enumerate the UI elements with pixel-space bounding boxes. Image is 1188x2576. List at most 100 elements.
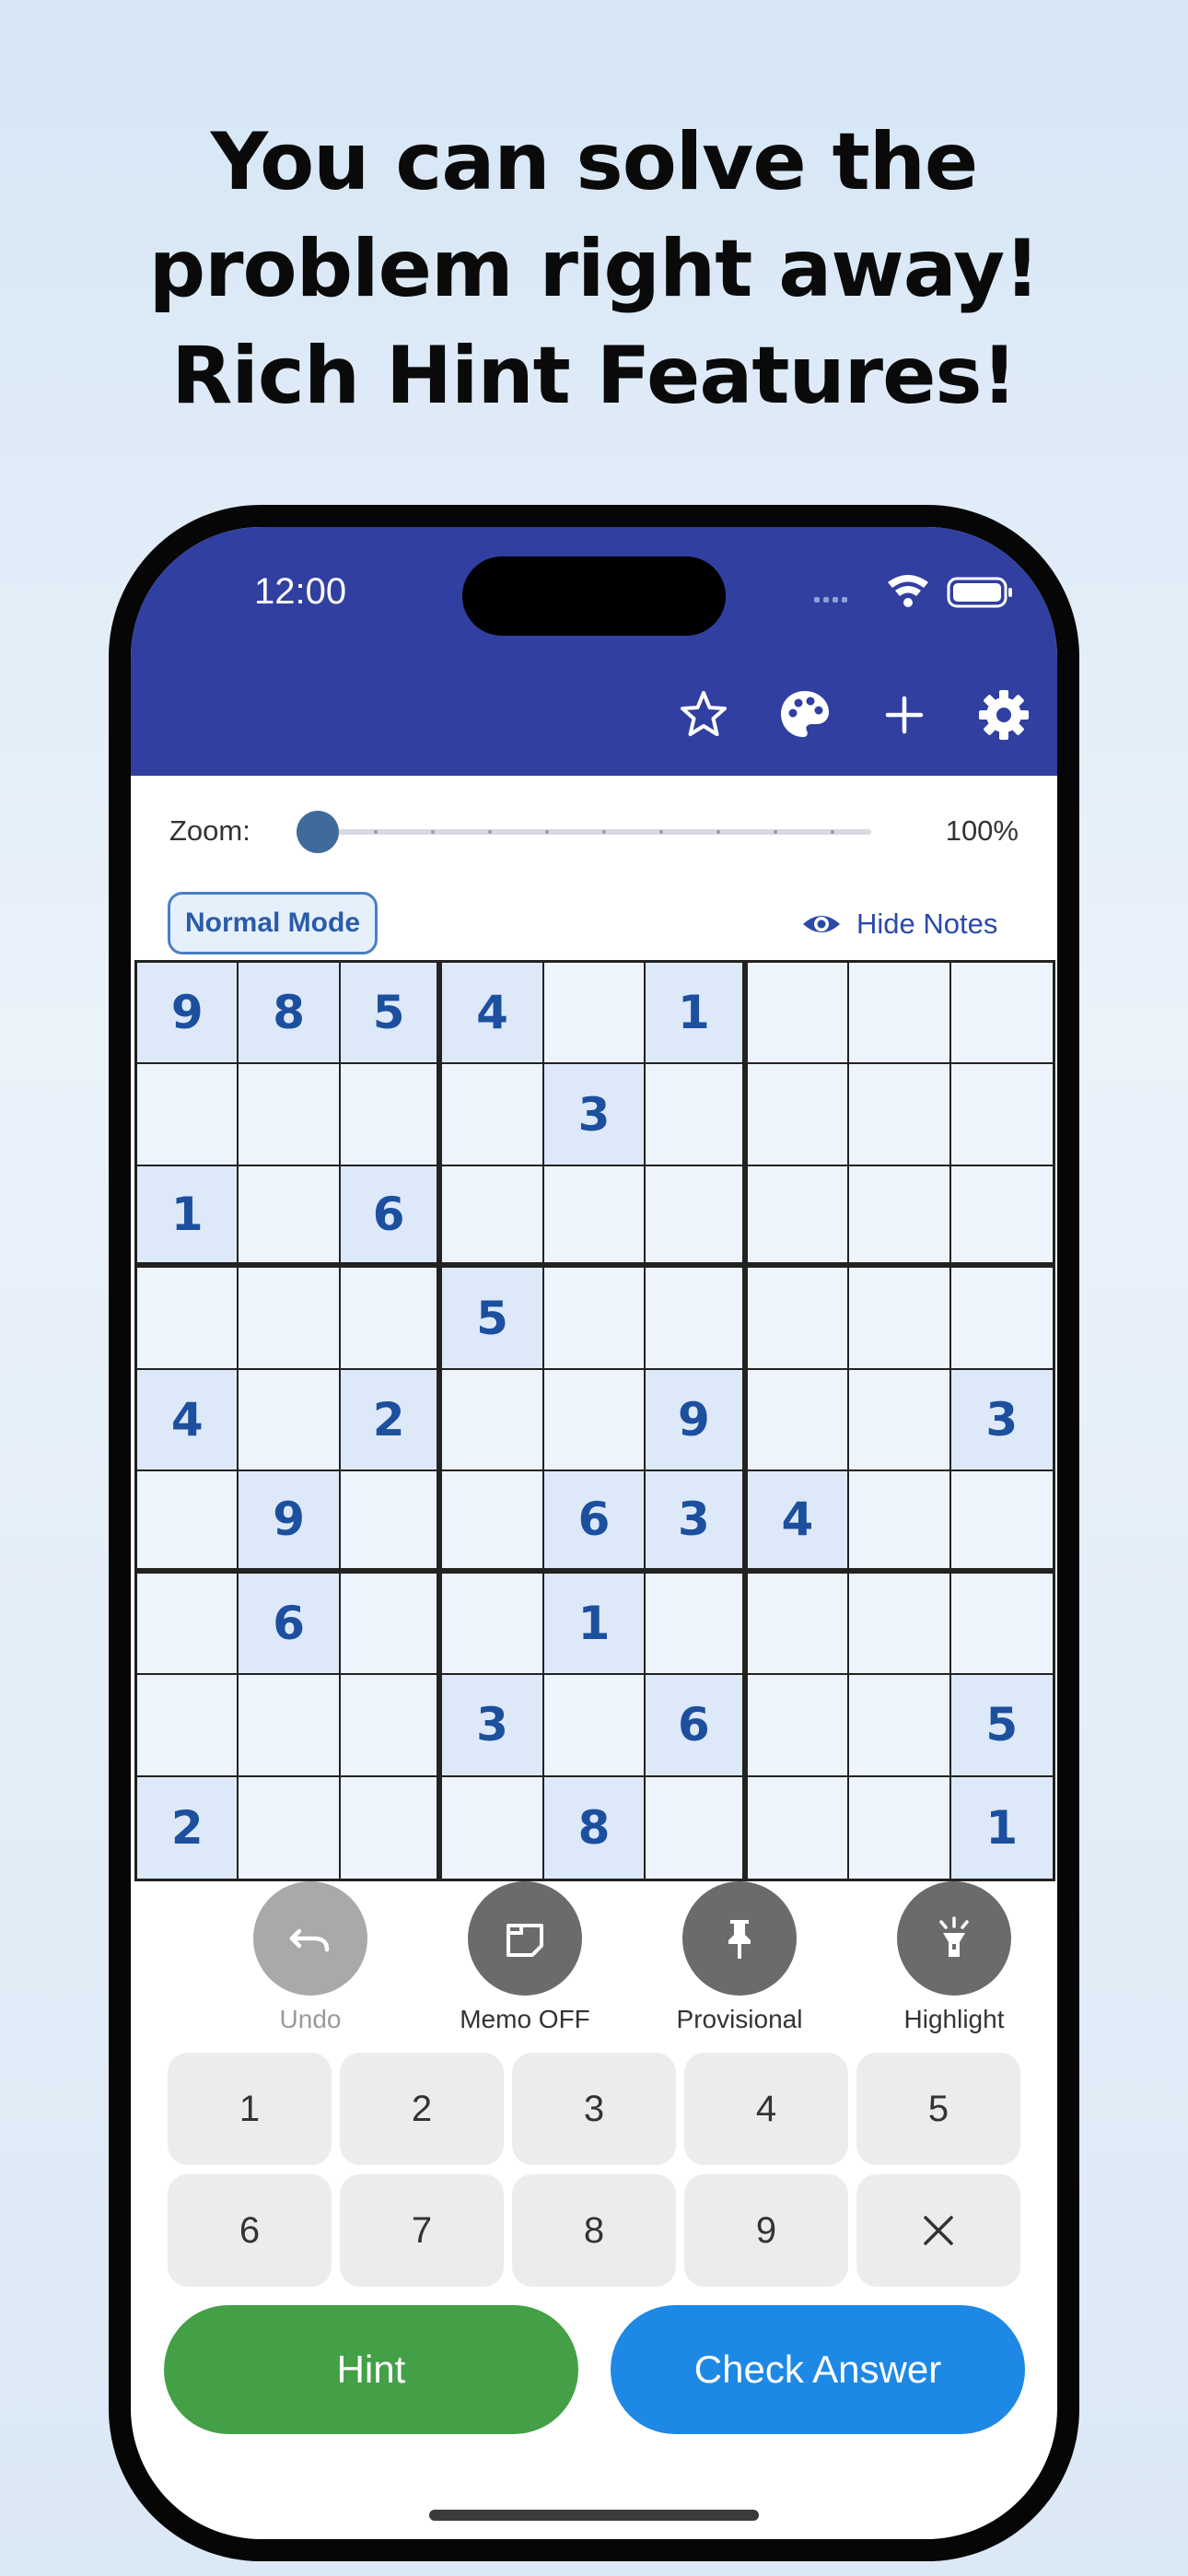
key-5[interactable]: 5 bbox=[856, 2053, 1020, 2165]
key-4[interactable]: 4 bbox=[684, 2053, 848, 2165]
board-cell-r7c2[interactable]: 6 bbox=[239, 1573, 341, 1676]
highlight-button[interactable]: Highlight bbox=[862, 1881, 1046, 2034]
board-cell-r2c3[interactable] bbox=[340, 1064, 443, 1166]
board-cell-r3c9[interactable] bbox=[950, 1166, 1053, 1269]
board-cell-r3c3[interactable]: 6 bbox=[340, 1165, 443, 1269]
board-cell-r7c3[interactable] bbox=[340, 1573, 443, 1676]
board-cell-r8c2[interactable] bbox=[239, 1675, 341, 1777]
check-answer-button[interactable]: Check Answer bbox=[611, 2305, 1025, 2434]
board-cell-r3c8[interactable] bbox=[849, 1165, 951, 1269]
board-cell-r2c1[interactable] bbox=[137, 1064, 239, 1166]
board-cell-r4c7[interactable] bbox=[747, 1268, 850, 1370]
board-cell-r5c8[interactable] bbox=[849, 1369, 951, 1472]
board-cell-r5c3[interactable]: 2 bbox=[340, 1369, 443, 1472]
board-cell-r7c7[interactable] bbox=[747, 1573, 850, 1676]
board-cell-r6c5[interactable]: 6 bbox=[543, 1471, 646, 1574]
board-cell-r6c8[interactable] bbox=[849, 1471, 951, 1574]
board-cell-r4c2[interactable] bbox=[239, 1268, 341, 1370]
zoom-slider[interactable] bbox=[297, 803, 886, 859]
zoom-slider-track[interactable] bbox=[315, 829, 871, 835]
board-cell-r2c4[interactable] bbox=[442, 1064, 544, 1166]
board-cell-r1c2[interactable]: 8 bbox=[239, 963, 341, 1065]
board-cell-r6c2[interactable]: 9 bbox=[239, 1471, 341, 1574]
board-cell-r1c4[interactable]: 4 bbox=[442, 963, 544, 1065]
board-cell-r5c9[interactable]: 3 bbox=[950, 1369, 1053, 1472]
board-cell-r7c5[interactable]: 1 bbox=[543, 1573, 646, 1676]
board-cell-r2c5[interactable]: 3 bbox=[543, 1064, 646, 1166]
board-cell-r8c8[interactable] bbox=[849, 1675, 951, 1777]
board-cell-r9c3[interactable] bbox=[341, 1776, 443, 1879]
key-3[interactable]: 3 bbox=[512, 2053, 676, 2165]
board-cell-r1c9[interactable] bbox=[950, 963, 1053, 1065]
memo-circle[interactable] bbox=[468, 1881, 582, 1996]
key-1[interactable]: 1 bbox=[168, 2053, 332, 2165]
memo-toggle-button[interactable]: Memo OFF bbox=[433, 1881, 617, 2034]
board-cell-r8c9[interactable]: 5 bbox=[950, 1675, 1053, 1777]
board-cell-r3c7[interactable] bbox=[747, 1165, 850, 1269]
board-cell-r5c5[interactable] bbox=[543, 1369, 646, 1472]
theme-button[interactable] bbox=[775, 685, 834, 744]
key-2[interactable]: 2 bbox=[340, 2053, 504, 2165]
highlight-circle[interactable] bbox=[897, 1881, 1011, 1996]
board-cell-r4c4[interactable]: 5 bbox=[442, 1268, 544, 1370]
board-cell-r7c6[interactable] bbox=[646, 1573, 748, 1676]
board-cell-r6c4[interactable] bbox=[442, 1471, 544, 1574]
board-cell-r9c8[interactable] bbox=[849, 1776, 951, 1879]
board-cell-r2c9[interactable] bbox=[950, 1064, 1053, 1166]
board-cell-r8c4[interactable]: 3 bbox=[442, 1675, 544, 1777]
board-cell-r9c7[interactable] bbox=[748, 1776, 850, 1879]
provisional-button[interactable]: Provisional bbox=[647, 1881, 832, 2034]
board-cell-r1c3[interactable]: 5 bbox=[340, 963, 443, 1065]
settings-button[interactable] bbox=[974, 685, 1033, 744]
board-cell-r1c7[interactable] bbox=[747, 963, 850, 1065]
board-cell-r9c4[interactable] bbox=[442, 1776, 544, 1879]
erase-key[interactable] bbox=[856, 2174, 1020, 2287]
undo-circle[interactable] bbox=[253, 1881, 367, 1996]
board-cell-r3c5[interactable] bbox=[543, 1165, 646, 1269]
zoom-slider-thumb[interactable] bbox=[297, 811, 339, 853]
board-cell-r9c5[interactable]: 8 bbox=[543, 1776, 646, 1879]
hint-button[interactable]: Hint bbox=[164, 2305, 578, 2434]
key-7[interactable]: 7 bbox=[340, 2174, 504, 2287]
board-cell-r5c2[interactable] bbox=[239, 1369, 341, 1472]
board-cell-r7c9[interactable] bbox=[950, 1574, 1053, 1676]
board-cell-r2c8[interactable] bbox=[849, 1064, 951, 1166]
board-cell-r6c3[interactable] bbox=[340, 1471, 443, 1574]
board-cell-r3c6[interactable] bbox=[646, 1165, 748, 1269]
board-cell-r8c1[interactable] bbox=[137, 1675, 239, 1777]
board-cell-r1c8[interactable] bbox=[849, 963, 951, 1065]
board-cell-r5c7[interactable] bbox=[747, 1369, 850, 1472]
new-game-button[interactable] bbox=[875, 685, 934, 744]
board-cell-r7c8[interactable] bbox=[849, 1573, 951, 1676]
board-cell-r1c1[interactable]: 9 bbox=[137, 963, 239, 1065]
board-cell-r5c4[interactable] bbox=[442, 1369, 544, 1472]
board-cell-r6c1[interactable] bbox=[137, 1471, 239, 1574]
board-cell-r5c1[interactable]: 4 bbox=[137, 1369, 239, 1472]
key-8[interactable]: 8 bbox=[512, 2174, 676, 2287]
board-cell-r9c9[interactable]: 1 bbox=[950, 1776, 1053, 1879]
favorite-button[interactable] bbox=[674, 685, 733, 744]
board-cell-r2c6[interactable] bbox=[646, 1064, 748, 1166]
board-cell-r4c3[interactable] bbox=[340, 1268, 443, 1370]
board-cell-r3c1[interactable]: 1 bbox=[137, 1165, 239, 1269]
board-cell-r4c9[interactable] bbox=[950, 1268, 1053, 1370]
board-cell-r2c7[interactable] bbox=[747, 1064, 850, 1166]
board-cell-r8c3[interactable] bbox=[340, 1675, 443, 1777]
board-cell-r1c6[interactable]: 1 bbox=[646, 963, 748, 1065]
board-cell-r9c6[interactable] bbox=[646, 1776, 748, 1879]
home-indicator[interactable] bbox=[429, 2510, 759, 2521]
board-cell-r8c6[interactable]: 6 bbox=[646, 1675, 748, 1777]
board-cell-r5c6[interactable]: 9 bbox=[646, 1369, 748, 1472]
board-cell-r3c4[interactable] bbox=[442, 1165, 544, 1269]
board-cell-r6c6[interactable]: 3 bbox=[646, 1471, 748, 1574]
board-cell-r8c5[interactable] bbox=[543, 1675, 646, 1777]
board-cell-r4c6[interactable] bbox=[646, 1268, 748, 1370]
board-cell-r8c7[interactable] bbox=[747, 1675, 850, 1777]
key-9[interactable]: 9 bbox=[684, 2174, 848, 2287]
provisional-circle[interactable] bbox=[682, 1881, 797, 1996]
undo-button[interactable]: Undo bbox=[218, 1881, 402, 2034]
board-cell-r4c5[interactable] bbox=[543, 1268, 646, 1370]
board-cell-r9c2[interactable] bbox=[239, 1776, 341, 1879]
normal-mode-button[interactable]: Normal Mode bbox=[168, 892, 378, 954]
board-cell-r7c1[interactable] bbox=[137, 1573, 239, 1676]
